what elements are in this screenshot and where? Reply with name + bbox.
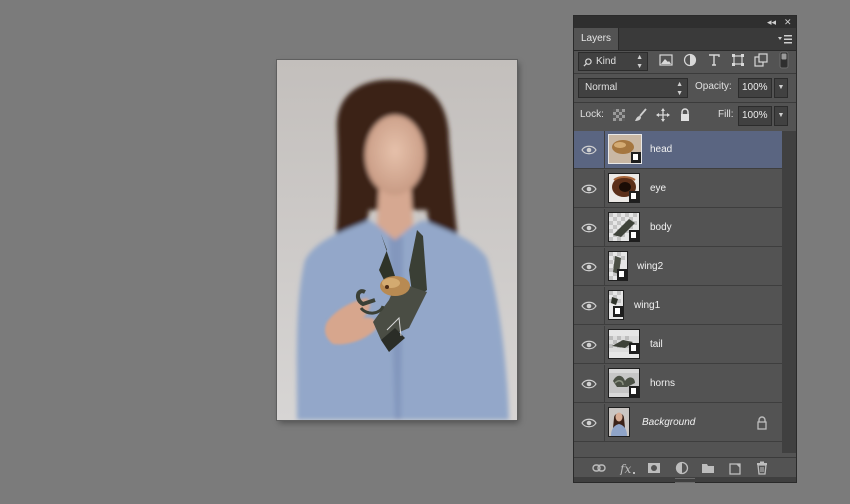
layer-thumbnail-background xyxy=(608,407,630,437)
lock-transparent-pixels-icon[interactable] xyxy=(612,108,626,122)
close-panel-icon[interactable]: ✕ xyxy=(784,16,792,28)
chevron-updown-icon: ▲ ▼ xyxy=(676,81,683,97)
canvas-photo xyxy=(277,60,517,420)
type-filter-icon[interactable] xyxy=(707,53,721,67)
layer-thumbnail-body xyxy=(608,212,640,242)
layers-scrollbar[interactable] xyxy=(782,131,796,453)
layer-name: horns xyxy=(650,378,676,389)
visibility-eye-icon[interactable] xyxy=(581,143,597,157)
layers-bottom-toolbar: fx xyxy=(574,457,796,478)
layer-row-background[interactable]: Background xyxy=(574,404,782,442)
fill-label: Fill: xyxy=(718,109,734,120)
lock-image-pixels-brush-icon[interactable] xyxy=(634,108,648,122)
visibility-eye-icon[interactable] xyxy=(581,299,597,313)
lock-label: Lock: xyxy=(580,109,604,120)
fill-dropdown-button[interactable]: ▼ xyxy=(774,106,788,126)
lock-all-icon[interactable] xyxy=(678,108,692,122)
chevron-updown-icon: ▲ ▼ xyxy=(636,54,643,70)
fill-field[interactable]: 100% xyxy=(738,106,772,126)
panel-titlebar[interactable]: ◂◂ ✕ xyxy=(574,16,796,28)
layer-row-head[interactable]: head xyxy=(574,131,782,169)
smart-object-filter-icon[interactable] xyxy=(754,53,768,67)
tab-layers[interactable]: Layers xyxy=(574,28,619,50)
visibility-eye-icon[interactable] xyxy=(581,377,597,391)
visibility-eye-icon[interactable] xyxy=(581,221,597,235)
filter-toggle-icon[interactable] xyxy=(779,51,789,69)
layer-name: head xyxy=(650,144,673,155)
layer-row-eye[interactable]: eye xyxy=(574,170,782,208)
layer-thumbnail-horns xyxy=(608,368,640,398)
layer-thumbnail-head xyxy=(608,134,642,164)
new-group-icon[interactable] xyxy=(701,461,715,475)
document-canvas[interactable] xyxy=(277,60,517,420)
fx-icon[interactable]: fx xyxy=(619,461,637,475)
layers-list: head eye body wing2 wing1 tail horns Bac… xyxy=(574,131,782,453)
opacity-field[interactable]: 100% xyxy=(738,78,772,98)
visibility-eye-icon[interactable] xyxy=(581,260,597,274)
visibility-eye-icon[interactable] xyxy=(581,416,597,430)
layer-thumbnail-wing1 xyxy=(608,290,624,320)
layer-name: wing1 xyxy=(634,300,661,311)
collapse-panel-icon[interactable]: ◂◂ xyxy=(767,16,776,28)
new-layer-icon[interactable] xyxy=(728,461,742,475)
add-mask-icon[interactable] xyxy=(647,461,661,475)
search-icon xyxy=(583,58,592,67)
link-layers-icon[interactable] xyxy=(592,461,606,475)
layer-row-wing1[interactable]: wing1 xyxy=(574,287,782,325)
layer-thumbnail-tail xyxy=(608,329,640,359)
layer-lock-icon xyxy=(757,416,767,430)
layer-row-body[interactable]: body xyxy=(574,209,782,247)
lock-position-move-icon[interactable] xyxy=(656,108,670,122)
layer-name: eye xyxy=(650,183,667,194)
layer-row-horns[interactable]: horns xyxy=(574,365,782,403)
delete-layer-icon[interactable] xyxy=(755,461,769,475)
adjustment-layer-icon[interactable] xyxy=(675,461,689,475)
image-filter-icon[interactable] xyxy=(659,53,673,67)
layer-name: tail xyxy=(650,339,663,350)
adjustment-filter-icon[interactable] xyxy=(683,53,697,67)
panel-tab-row: Layers xyxy=(574,28,796,51)
layers-panel: ◂◂ ✕ Layers Kind ▲ ▼ Normal ▲ ▼ Opacity:… xyxy=(573,15,797,483)
layer-row-tail[interactable]: tail xyxy=(574,326,782,364)
panel-menu-icon[interactable] xyxy=(778,33,792,45)
shape-filter-icon[interactable] xyxy=(731,53,745,67)
blend-mode-select[interactable]: Normal ▲ ▼ xyxy=(578,78,688,98)
opacity-label: Opacity: xyxy=(695,81,732,92)
layer-thumbnail-eye xyxy=(608,173,640,203)
layer-thumbnail-wing2 xyxy=(608,251,628,281)
blend-mode-value: Normal xyxy=(585,82,618,93)
layer-name: wing2 xyxy=(637,261,664,272)
layer-name: body xyxy=(650,222,672,233)
visibility-eye-icon[interactable] xyxy=(581,338,597,352)
opacity-dropdown-button[interactable]: ▼ xyxy=(774,78,788,98)
filter-kind-label: Kind xyxy=(596,56,617,67)
layer-row-wing2[interactable]: wing2 xyxy=(574,248,782,286)
svg-text:fx: fx xyxy=(619,462,631,475)
visibility-eye-icon[interactable] xyxy=(581,182,597,196)
layer-name: Background xyxy=(642,417,696,428)
filter-kind-select[interactable]: Kind ▲ ▼ xyxy=(578,52,648,71)
panel-resize-grip[interactable] xyxy=(574,477,796,483)
